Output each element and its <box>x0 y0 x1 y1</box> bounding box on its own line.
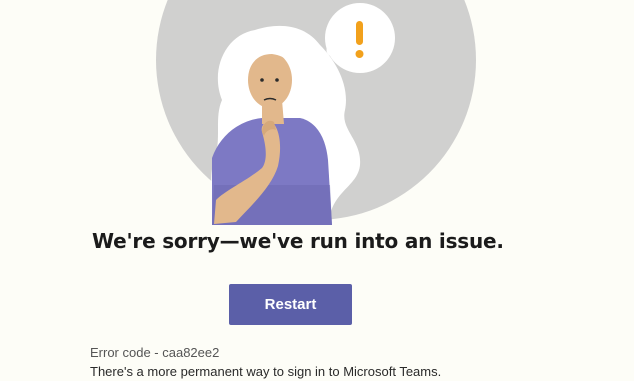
error-code-text: Error code - caa82ee2 <box>90 345 220 360</box>
error-page: We're sorry—we've run into an issue. Res… <box>0 0 634 381</box>
exclamation-dot <box>355 50 364 58</box>
exclamation-icon <box>356 21 363 45</box>
confused-woman-illustration <box>156 0 476 225</box>
right-eye <box>275 78 279 82</box>
thought-dot-small <box>315 53 325 63</box>
left-eye <box>260 78 264 82</box>
restart-button[interactable]: Restart <box>229 284 352 325</box>
signin-message: There's a more permanent way to sign in … <box>90 364 442 379</box>
error-headline: We're sorry—we've run into an issue. <box>92 229 504 253</box>
